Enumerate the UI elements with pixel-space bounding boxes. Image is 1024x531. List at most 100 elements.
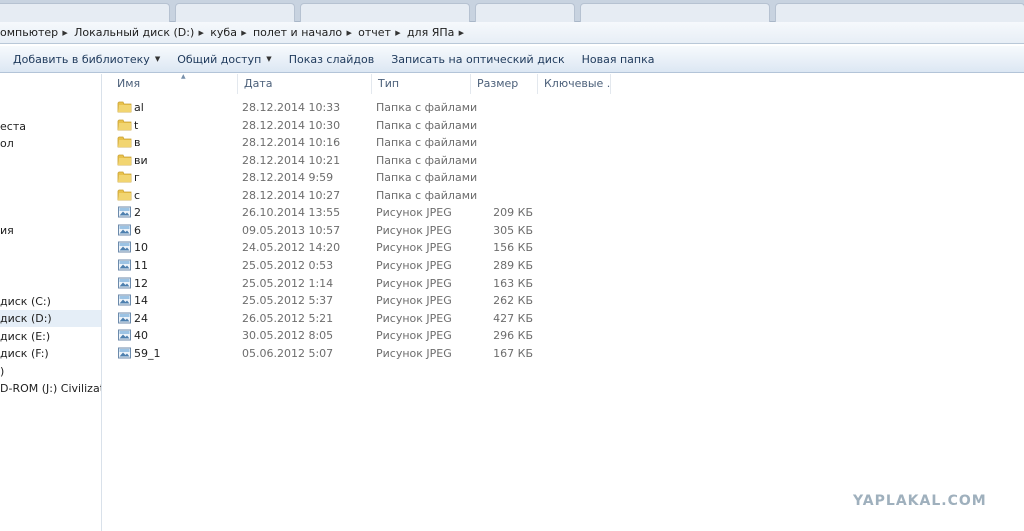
new-folder-label: Новая папка <box>581 52 655 66</box>
chevron-right-icon[interactable]: ▶ <box>58 29 72 37</box>
file-row[interactable]: 14 25.05.2012 5:37 Рисунок JPEG 262 КБ <box>103 292 603 310</box>
breadcrumb-item[interactable]: отчет ▶ <box>358 22 407 44</box>
file-row[interactable]: t 28.12.2014 10:30 Папка с файлами <box>103 117 603 135</box>
breadcrumb-item-label: полет и начало <box>252 26 343 39</box>
share-button[interactable]: Общий доступ ▼ <box>170 48 278 70</box>
file-row[interactable]: 24 26.05.2012 5:21 Рисунок JPEG 427 КБ <box>103 310 603 328</box>
file-row[interactable]: 11 25.05.2012 0:53 Рисунок JPEG 289 КБ <box>103 257 603 275</box>
breadcrumb-item[interactable]: куба ▶ <box>210 22 253 44</box>
file-size: 209 КБ <box>493 206 533 220</box>
column-header-date[interactable]: Дата <box>238 74 372 94</box>
file-type: Папка с файлами <box>376 153 478 167</box>
burn-disc-button[interactable]: Записать на оптический диск <box>384 48 571 70</box>
jpeg-icon <box>117 292 132 307</box>
chevron-right-icon[interactable]: ▶ <box>454 29 468 37</box>
burn-disc-label: Записать на оптический диск <box>391 52 565 66</box>
file-type: Папка с файлами <box>376 118 478 132</box>
file-row[interactable]: в 28.12.2014 10:16 Папка с файлами <box>103 134 603 152</box>
file-name: ви <box>134 153 148 167</box>
add-to-library-button[interactable]: Добавить в библиотеку ▼ <box>6 48 167 70</box>
nav-item[interactable]: ол <box>0 135 14 152</box>
jpeg-icon <box>117 275 132 290</box>
navigation-pane[interactable]: еста ол ия диск (C:) диск (D:) диск (E:)… <box>0 74 102 531</box>
address-bar[interactable]: омпьютер ▶ Локальный диск (D:) ▶ куба ▶ полет … <box>0 22 1024 44</box>
file-name: t <box>134 118 139 132</box>
file-name: 11 <box>134 258 148 272</box>
file-list[interactable]: Имя ▲ Дата Тип Размер Ключевые ... al 28.… <box>103 74 1024 531</box>
file-row[interactable]: 10 24.05.2012 14:20 Рисунок JPEG 156 КБ <box>103 239 603 257</box>
jpeg-icon <box>117 310 132 325</box>
nav-item[interactable]: ) <box>0 363 4 380</box>
column-header-type[interactable]: Тип <box>372 74 471 94</box>
nav-item-cd-rom[interactable]: D-ROM (J:) CivilizationV <box>0 380 101 397</box>
column-header-type-label: Тип <box>378 77 400 90</box>
file-type: Рисунок JPEG <box>376 223 452 237</box>
chevron-right-icon[interactable]: ▶ <box>342 29 356 37</box>
watermark: YAPLAKAL.COM <box>853 493 987 509</box>
file-row[interactable]: ви 28.12.2014 10:21 Папка с файлами <box>103 152 603 170</box>
nav-item-drive-c[interactable]: диск (C:) <box>0 293 51 310</box>
file-name: с <box>134 188 141 202</box>
file-date: 26.05.2012 5:21 <box>242 311 334 325</box>
file-row[interactable]: 2 26.10.2014 13:55 Рисунок JPEG 209 КБ <box>103 204 603 222</box>
file-name: в <box>134 136 141 150</box>
nav-item-drive-d[interactable]: диск (D:) <box>0 310 101 327</box>
new-folder-button[interactable]: Новая папка <box>575 48 662 70</box>
chevron-right-icon[interactable]: ▶ <box>391 29 405 37</box>
folder-icon <box>117 117 132 132</box>
nav-item[interactable]: ия <box>0 222 14 239</box>
slideshow-label: Показ слайдов <box>288 52 375 66</box>
file-row[interactable]: с 28.12.2014 10:27 Папка с файлами <box>103 187 603 205</box>
nav-item[interactable]: еста <box>0 118 26 135</box>
folder-icon <box>117 134 132 149</box>
column-header-size[interactable]: Размер <box>471 74 538 94</box>
file-date: 30.05.2012 8:05 <box>242 329 334 343</box>
file-type: Рисунок JPEG <box>376 294 452 308</box>
nav-item-drive-f[interactable]: диск (F:) <box>0 345 49 362</box>
column-header-tags-label: Ключевые ... <box>544 77 611 90</box>
browser-tab[interactable] <box>175 3 295 22</box>
slideshow-button[interactable]: Показ слайдов <box>282 48 382 70</box>
column-header-tags[interactable]: Ключевые ... <box>538 74 611 94</box>
file-row[interactable]: г 28.12.2014 9:59 Папка с файлами <box>103 169 603 187</box>
file-size: 427 КБ <box>493 311 533 325</box>
file-size: 296 КБ <box>493 329 533 343</box>
file-size: 167 КБ <box>493 346 533 360</box>
file-row[interactable]: 59_1 05.06.2012 5:07 Рисунок JPEG 167 КБ <box>103 345 603 363</box>
chevron-down-icon: ▼ <box>154 55 161 63</box>
chevron-right-icon[interactable]: ▶ <box>194 29 208 37</box>
jpeg-icon <box>117 222 132 237</box>
browser-tab[interactable] <box>775 3 1024 22</box>
breadcrumb-item[interactable]: полет и начало ▶ <box>253 22 358 44</box>
column-header-name[interactable]: Имя ▲ <box>111 74 238 94</box>
file-row[interactable]: al 28.12.2014 10:33 Папка с файлами <box>103 99 603 117</box>
file-row[interactable]: 12 25.05.2012 1:14 Рисунок JPEG 163 КБ <box>103 275 603 293</box>
file-name: 10 <box>134 241 148 255</box>
file-type: Рисунок JPEG <box>376 206 452 220</box>
file-row[interactable]: 40 30.05.2012 8:05 Рисунок JPEG 296 КБ <box>103 327 603 345</box>
file-date: 25.05.2012 1:14 <box>242 276 334 290</box>
column-header-date-label: Дата <box>244 77 273 90</box>
jpeg-icon <box>117 204 132 219</box>
breadcrumb-item[interactable]: Локальный диск (D:) ▶ <box>74 22 210 44</box>
file-date: 28.12.2014 10:33 <box>242 101 341 114</box>
browser-tab[interactable] <box>0 3 170 22</box>
chevron-right-icon[interactable]: ▶ <box>237 29 251 37</box>
add-to-library-label: Добавить в библиотеку <box>13 52 150 66</box>
file-row[interactable]: 6 09.05.2013 10:57 Рисунок JPEG 305 КБ <box>103 222 603 240</box>
jpeg-icon <box>117 345 132 360</box>
file-type: Папка с файлами <box>376 101 478 114</box>
file-date: 28.12.2014 10:16 <box>242 136 341 150</box>
breadcrumb-item[interactable]: омпьютер ▶ <box>0 22 74 44</box>
command-bar: Добавить в библиотеку ▼ Общий доступ ▼ П… <box>0 46 1024 73</box>
file-type: Рисунок JPEG <box>376 258 452 272</box>
browser-tab[interactable] <box>475 3 575 22</box>
browser-tab[interactable] <box>580 3 770 22</box>
file-date: 25.05.2012 0:53 <box>242 258 334 272</box>
file-name: 12 <box>134 276 148 290</box>
browser-tab[interactable] <box>300 3 470 22</box>
nav-item-drive-e[interactable]: диск (E:) <box>0 328 50 345</box>
breadcrumb-item[interactable]: для ЯПа ▶ <box>407 22 470 44</box>
folder-icon <box>117 152 132 167</box>
column-header-size-label: Размер <box>477 77 519 90</box>
